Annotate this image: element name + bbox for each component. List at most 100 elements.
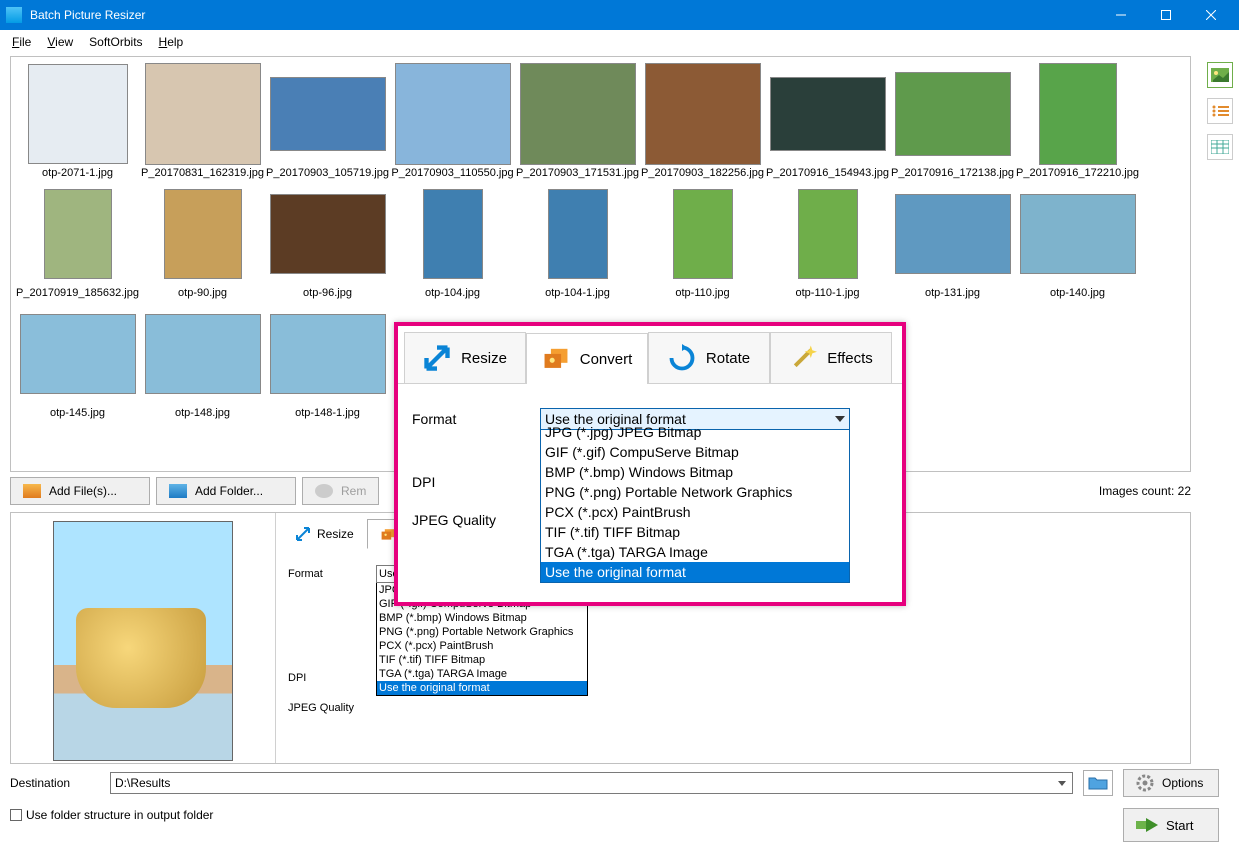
- thumbnail-item[interactable]: otp-110-1.jpg: [765, 183, 890, 299]
- format-option[interactable]: Use the original format: [377, 681, 587, 695]
- close-icon: [1206, 10, 1216, 20]
- chevron-down-icon: [1058, 781, 1066, 786]
- thumbnail-item[interactable]: P_20170903_171531.jpg: [515, 63, 640, 179]
- destination-row: Destination D:\Results Options: [10, 768, 1219, 798]
- minimize-button[interactable]: [1098, 0, 1143, 30]
- thumbnail-item[interactable]: P_20170903_182256.jpg: [640, 63, 765, 179]
- folder-structure-checkbox[interactable]: [10, 809, 22, 821]
- view-details-button[interactable]: [1207, 134, 1233, 160]
- image-thumbnail: [895, 72, 1011, 156]
- thumbnail-item[interactable]: otp-96.jpg: [265, 183, 390, 299]
- window-title: Batch Picture Resizer: [30, 8, 1098, 22]
- thumbnail-item[interactable]: otp-148-1.jpg: [265, 303, 390, 419]
- view-list-button[interactable]: [1207, 98, 1233, 124]
- thumbnail-filename: otp-110-1.jpg: [765, 287, 890, 299]
- jpeg-quality-row: JPEG Quality: [288, 693, 1178, 723]
- app-icon: [6, 7, 22, 23]
- format-option[interactable]: PCX (*.pcx) PaintBrush: [377, 639, 587, 653]
- menu-view[interactable]: View: [39, 33, 81, 51]
- thumbnail-item[interactable]: otp-131.jpg: [890, 183, 1015, 299]
- maximize-button[interactable]: [1143, 0, 1188, 30]
- menu-softorbits[interactable]: SoftOrbits: [81, 33, 150, 51]
- destination-label: Destination: [10, 776, 100, 790]
- destination-input[interactable]: D:\Results: [110, 772, 1073, 794]
- image-thumbnail: [164, 189, 242, 279]
- thumbnail-filename: P_20170903_105719.jpg: [265, 167, 390, 179]
- folder-structure-checkbox-row: Use folder structure in output folder: [10, 808, 213, 822]
- gear-icon: [1136, 774, 1154, 792]
- thumbnail-item[interactable]: P_20170831_162319.jpg: [140, 63, 265, 179]
- chevron-down-icon: [835, 416, 845, 422]
- dpi-label: DPI: [412, 474, 540, 490]
- image-thumbnail: [270, 314, 386, 394]
- image-icon: [23, 484, 41, 498]
- thumbnail-filename: otp-148-1.jpg: [265, 407, 390, 419]
- dpi-label: DPI: [288, 672, 376, 684]
- image-thumbnail: [395, 63, 511, 165]
- thumbnail-item[interactable]: otp-104.jpg: [390, 183, 515, 299]
- tab-resize[interactable]: Resize: [404, 332, 526, 383]
- menu-file[interactable]: File: [4, 33, 39, 51]
- thumbnail-item[interactable]: otp-140.jpg: [1015, 183, 1140, 299]
- image-thumbnail: [1020, 194, 1136, 274]
- thumbnail-filename: otp-104-1.jpg: [515, 287, 640, 299]
- image-thumbnail: [270, 77, 386, 151]
- thumbnail-filename: P_20170903_171531.jpg: [515, 167, 640, 179]
- thumbnail-filename: P_20170916_154943.jpg: [765, 167, 890, 179]
- image-thumbnail: [20, 314, 136, 394]
- add-files-button[interactable]: Add File(s)...: [10, 477, 150, 505]
- image-thumbnail: [145, 314, 261, 394]
- thumbnail-item[interactable]: P_20170903_110550.jpg: [390, 63, 515, 179]
- thumbnail-filename: otp-145.jpg: [15, 407, 140, 419]
- format-option[interactable]: Use the original format: [541, 562, 849, 582]
- thumbnail-item[interactable]: P_20170916_154943.jpg: [765, 63, 890, 179]
- thumbnail-filename: P_20170916_172138.jpg: [890, 167, 1015, 179]
- image-thumbnail: [798, 189, 858, 279]
- menu-bar: File View SoftOrbits Help: [0, 30, 1239, 54]
- convert-panel-zoom: Resize Convert Rotate Effects Format Use…: [394, 322, 906, 606]
- thumbnail-item[interactable]: P_20170919_185632.jpg: [15, 183, 140, 299]
- thumbnail-item[interactable]: P_20170903_105719.jpg: [265, 63, 390, 179]
- format-option[interactable]: PNG (*.png) Portable Network Graphics: [377, 625, 587, 639]
- thumbnail-item[interactable]: otp-148.jpg: [140, 303, 265, 419]
- thumbnail-item[interactable]: otp-2071-1.jpg: [15, 63, 140, 179]
- format-option[interactable]: TIF (*.tif) TIFF Bitmap: [377, 653, 587, 667]
- thumbnail-filename: P_20170903_110550.jpg: [390, 167, 515, 179]
- thumbnail-filename: P_20170831_162319.jpg: [140, 167, 265, 179]
- thumbnail-filename: otp-110.jpg: [640, 287, 765, 299]
- add-folder-button[interactable]: Add Folder...: [156, 477, 296, 505]
- tab-resize[interactable]: Resize: [282, 519, 367, 549]
- jpeg-quality-label: JPEG Quality: [288, 702, 376, 714]
- preview-pane: [11, 513, 276, 763]
- close-button[interactable]: [1188, 0, 1233, 30]
- thumbnail-item[interactable]: P_20170916_172210.jpg: [1015, 63, 1140, 179]
- thumbnail-item[interactable]: otp-110.jpg: [640, 183, 765, 299]
- thumbnail-item[interactable]: otp-104-1.jpg: [515, 183, 640, 299]
- format-label: Format: [288, 568, 376, 580]
- view-thumbnails-button[interactable]: [1207, 62, 1233, 88]
- thumbnail-filename: otp-140.jpg: [1015, 287, 1140, 299]
- format-label: Format: [412, 411, 540, 427]
- list-icon: [1211, 104, 1229, 118]
- format-option[interactable]: BMP (*.bmp) Windows Bitmap: [377, 611, 587, 625]
- remove-button[interactable]: Rem: [302, 477, 379, 505]
- tab-effects[interactable]: Effects: [770, 332, 892, 383]
- tab-convert[interactable]: Convert: [526, 333, 648, 384]
- format-option[interactable]: TGA (*.tga) TARGA Image: [541, 542, 849, 562]
- remove-icon: [315, 484, 333, 498]
- menu-help[interactable]: Help: [151, 33, 192, 51]
- format-option[interactable]: GIF (*.gif) CompuServe Bitmap: [541, 442, 849, 462]
- resize-icon: [295, 526, 311, 542]
- options-button[interactable]: Options: [1123, 769, 1219, 797]
- thumbnail-item[interactable]: otp-145.jpg: [15, 303, 140, 419]
- preview-image[interactable]: [53, 521, 233, 761]
- thumbnail-item[interactable]: otp-90.jpg: [140, 183, 265, 299]
- start-button[interactable]: Start: [1123, 808, 1219, 842]
- thumbnail-item[interactable]: P_20170916_172138.jpg: [890, 63, 1015, 179]
- thumbnail-filename: otp-2071-1.jpg: [15, 167, 140, 179]
- images-count: Images count: 22: [1099, 484, 1191, 498]
- tab-rotate[interactable]: Rotate: [648, 332, 770, 383]
- maximize-icon: [1161, 10, 1171, 20]
- browse-folder-button[interactable]: [1083, 770, 1113, 796]
- format-option[interactable]: TGA (*.tga) TARGA Image: [377, 667, 587, 681]
